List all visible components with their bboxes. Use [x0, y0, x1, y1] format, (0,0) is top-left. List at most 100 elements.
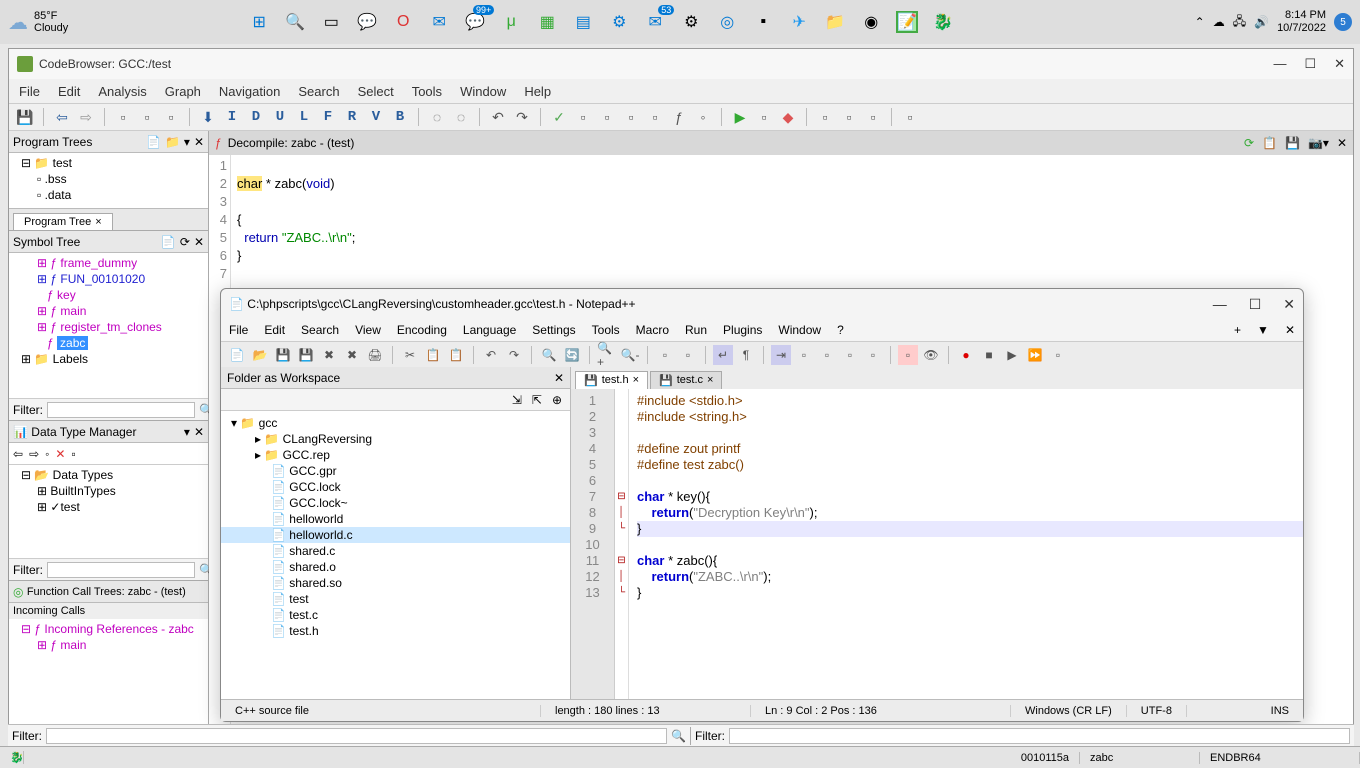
play-icon[interactable]: ▶ — [730, 107, 750, 127]
tb-icon[interactable]: ▫ — [863, 107, 883, 127]
menu-select[interactable]: Select — [358, 84, 394, 99]
menu-edit[interactable]: Edit — [58, 84, 80, 99]
symbol-item[interactable]: ⊞ ƒ FUN_00101020 — [13, 271, 204, 287]
telegram-icon[interactable]: ✈ — [788, 11, 810, 33]
tb-icon[interactable]: ▫ — [678, 345, 698, 365]
notepadpp-icon[interactable]: 📝 — [896, 11, 918, 33]
workspace-close-icon[interactable]: ✕ — [554, 371, 564, 385]
npp-code-area[interactable]: 12345678910111213 ⊟│└⊟│└ #include <stdio… — [571, 389, 1303, 699]
editor-tab[interactable]: 💾 test.c × — [650, 371, 722, 389]
zoom-out-icon[interactable]: 🔍- — [620, 345, 640, 365]
tb-u[interactable]: U — [270, 107, 290, 127]
tree-file[interactable]: 📄 test.h — [221, 623, 570, 639]
tree-file[interactable]: 📄 shared.c — [221, 543, 570, 559]
tb-icon[interactable]: ◌ — [427, 107, 447, 127]
save-icon[interactable]: 💾 — [273, 345, 293, 365]
fct-ref[interactable]: ⊟ ƒ Incoming References - zabc — [13, 621, 204, 637]
task-view-icon[interactable]: ▭ — [320, 11, 342, 33]
tb-icon[interactable]: ▫ — [815, 107, 835, 127]
tb-r[interactable]: R — [342, 107, 362, 127]
redo-icon[interactable]: ↷ — [504, 345, 524, 365]
npp-menu-macro[interactable]: Macro — [636, 323, 669, 337]
tab-close-icon[interactable]: × — [95, 216, 101, 228]
tb-icon[interactable]: ▫ — [573, 107, 593, 127]
dtm-item[interactable]: ⊞ ✓test — [13, 499, 204, 515]
find-icon[interactable]: 🔍 — [539, 345, 559, 365]
tb-icon[interactable]: ▫ — [645, 107, 665, 127]
network-icon[interactable]: 🖧 — [1233, 12, 1246, 33]
ghidra-filter-input[interactable] — [46, 728, 667, 744]
dtm-item[interactable]: ⊞ BuiltInTypes — [13, 483, 204, 499]
ghidra-icon[interactable]: 🐉 — [932, 11, 954, 33]
panel-close-icon[interactable]: ✕ — [194, 425, 204, 439]
redo-icon[interactable]: ↷ — [512, 107, 532, 127]
tree-item[interactable]: ▫ .bss — [13, 171, 204, 187]
npp-menu-encoding[interactable]: Encoding — [397, 323, 447, 337]
tb-icon[interactable]: ▫ — [817, 345, 837, 365]
dtm-fwd-icon[interactable]: ⇨ — [29, 447, 39, 461]
maximize-button[interactable]: ☐ — [1304, 56, 1316, 72]
npp-menu-view[interactable]: View — [355, 323, 381, 337]
chrome-icon[interactable]: ◉ — [860, 11, 882, 33]
messages-icon[interactable]: 💬 — [464, 11, 486, 33]
npp-menu-file[interactable]: File — [229, 323, 248, 337]
save-icon[interactable]: 💾 — [15, 107, 35, 127]
tree-root[interactable]: ⊟ 📁 test — [13, 155, 204, 171]
undo-icon[interactable]: ↶ — [481, 345, 501, 365]
cut-icon[interactable]: ✂ — [400, 345, 420, 365]
expand-icon[interactable]: ⇱ — [532, 393, 542, 407]
tree-file[interactable]: 📄 helloworld — [221, 511, 570, 527]
npp-menu-settings[interactable]: Settings — [532, 323, 575, 337]
tb-icon[interactable]: ▫ — [161, 107, 181, 127]
onedrive-icon[interactable]: ☁ — [1213, 15, 1225, 29]
tb-f[interactable]: F — [318, 107, 338, 127]
menu-window[interactable]: Window — [460, 84, 506, 99]
filter-icon[interactable]: 🔍 — [671, 729, 686, 743]
chat-icon[interactable]: 💬 — [356, 11, 378, 33]
npp-menu-plugins[interactable]: Plugins — [723, 323, 762, 337]
zoom-in-icon[interactable]: 🔍+ — [597, 345, 617, 365]
symbol-item[interactable]: ƒ key — [13, 287, 204, 303]
tree-file[interactable]: 📄 test — [221, 591, 570, 607]
symbol-item[interactable]: ⊞ ƒ main — [13, 303, 204, 319]
ghidra-filter-input-2[interactable] — [729, 728, 1350, 744]
dtm-back-icon[interactable]: ⇦ — [13, 447, 23, 461]
paste-icon[interactable]: 📋 — [446, 345, 466, 365]
search-icon[interactable]: 🔍 — [284, 11, 306, 33]
menu-help[interactable]: Help — [524, 84, 551, 99]
play-icon[interactable]: ▶ — [1002, 345, 1022, 365]
tree-file-selected[interactable]: 📄 helloworld.c — [221, 527, 570, 543]
tb-d[interactable]: D — [246, 107, 266, 127]
replace-icon[interactable]: 🔄 — [562, 345, 582, 365]
down-arrow-icon[interactable]: ⬇ — [198, 107, 218, 127]
program-tree-tab[interactable]: Program Tree× — [13, 213, 113, 230]
tree-root[interactable]: ▾ 📁 gcc — [221, 415, 570, 431]
back-icon[interactable]: ⇦ — [52, 107, 72, 127]
tb-icon[interactable]: ▫ — [794, 345, 814, 365]
tb-icon[interactable]: ◦ — [693, 107, 713, 127]
tree-file[interactable]: 📄 test.c — [221, 607, 570, 623]
eye-icon[interactable]: 👁 — [921, 345, 941, 365]
utorrent-icon[interactable]: μ — [500, 11, 522, 33]
outlook-icon[interactable]: ✉ — [644, 11, 666, 33]
tree-file[interactable]: 📄 shared.o — [221, 559, 570, 575]
npp-menu-edit[interactable]: Edit — [264, 323, 285, 337]
panel-chevron-icon[interactable]: ▾ — [184, 425, 190, 439]
tb-icon[interactable]: ▫ — [1048, 345, 1068, 365]
dtm-filter-input[interactable] — [47, 562, 195, 578]
menu-file[interactable]: File — [19, 84, 40, 99]
check-icon[interactable]: ✓ — [549, 107, 569, 127]
npp-plus-icon[interactable]: + — [1234, 323, 1241, 337]
snapshot-icon[interactable]: 📷▾ — [1308, 136, 1329, 150]
terminal-icon[interactable]: ▪ — [752, 11, 774, 33]
start-icon[interactable]: ⊞ — [248, 11, 270, 33]
close-button[interactable]: ✕ — [1334, 56, 1345, 72]
symbol-item[interactable]: ⊞ ƒ register_tm_clones — [13, 319, 204, 335]
system-clock[interactable]: 8:14 PM 10/7/2022 — [1277, 9, 1326, 35]
tb-l[interactable]: L — [294, 107, 314, 127]
stop-icon[interactable]: ◆ — [778, 107, 798, 127]
copy-icon[interactable]: 📋 — [1262, 136, 1277, 150]
npp-minimize-button[interactable]: — — [1213, 296, 1227, 313]
settings-icon[interactable]: ⚙ — [680, 11, 702, 33]
app4-icon[interactable]: ◎ — [716, 11, 738, 33]
